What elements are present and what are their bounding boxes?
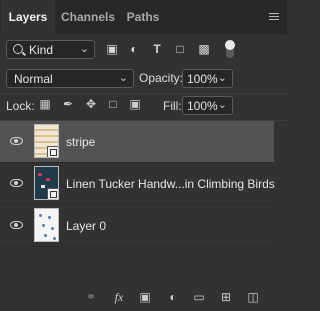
tab-layers[interactable]: Layers (1, 0, 55, 34)
kind-filter-dropdown[interactable]: Kind ⌄ (6, 40, 95, 59)
link-layers-icon[interactable]: ⚭ (84, 290, 98, 304)
shape-filter-icon[interactable]: □ (172, 40, 188, 58)
layer-name: Layer 0 (66, 219, 107, 233)
opacity-field[interactable]: 100% ⌄ (182, 69, 233, 88)
lock-position-icon[interactable]: ✥ (84, 97, 98, 111)
chevron-down-icon: ⌄ (79, 43, 89, 55)
new-layer-icon[interactable]: ⊞ (219, 290, 233, 304)
lock-artboard-icon[interactable]: □ (106, 97, 120, 111)
smart-object-badge-icon (47, 146, 58, 157)
filter-toggle-switch[interactable] (225, 40, 235, 58)
type-filter-icon[interactable]: T (149, 40, 165, 58)
layer-row-layer0[interactable]: Layer 0 (0, 205, 274, 247)
panel-tab-bar: Layers Channels Paths (0, 0, 287, 34)
search-icon (13, 44, 23, 54)
fill-label: Fill: (163, 99, 182, 113)
lock-label: Lock: (6, 99, 35, 113)
delete-layer-trash-icon[interactable]: ◫ (246, 290, 260, 304)
chevron-down-icon: ⌄ (217, 72, 227, 84)
blend-mode-dropdown[interactable]: Normal ⌄ (6, 69, 134, 88)
fill-field[interactable]: 100% ⌄ (182, 96, 233, 115)
layer-name: stripe (66, 135, 96, 149)
kind-filter-label: Kind (29, 43, 54, 57)
add-mask-icon[interactable]: ▣ (138, 290, 152, 304)
layer-list: stripe Linen Tucker Handw...in Climbing … (0, 121, 275, 247)
chevron-down-icon: ⌄ (118, 72, 128, 84)
layer-row-birds[interactable]: Linen Tucker Handw...in Climbing Birds (0, 163, 275, 205)
blend-mode-value: Normal (14, 72, 53, 86)
divider (0, 93, 287, 94)
layer-row-stripe[interactable]: stripe (0, 121, 274, 163)
adjustment-layer-icon[interactable]: ◐ (166, 290, 180, 304)
fill-value: 100% (187, 99, 218, 113)
panel-menu-icon[interactable] (269, 13, 279, 22)
visibility-eye-icon[interactable] (10, 137, 23, 145)
layers-bottom-toolbar: ⚭ fx ▣ ◐ ▭ ⊞ ◫ (0, 284, 287, 311)
opacity-label: Opacity: (139, 71, 184, 85)
layer-thumbnail (34, 124, 59, 158)
lock-transparent-pixels-icon[interactable]: ▦ (38, 97, 52, 111)
lock-all-icon[interactable]: ▣ (128, 97, 142, 111)
layer-style-fx-icon[interactable]: fx (112, 290, 126, 304)
opacity-value: 100% (187, 72, 218, 86)
tab-paths[interactable]: Paths (120, 0, 166, 34)
visibility-eye-icon[interactable] (10, 221, 23, 229)
tab-channels[interactable]: Channels (56, 0, 120, 34)
layer-thumbnail (34, 208, 59, 242)
chevron-down-icon: ⌄ (217, 99, 227, 111)
layer-thumbnail (34, 166, 59, 200)
layer-name: Linen Tucker Handw...in Climbing Birds (66, 177, 275, 191)
smart-object-badge-icon (47, 188, 58, 199)
lock-image-pixels-icon[interactable]: ✒ (61, 97, 75, 111)
adjustment-filter-icon[interactable]: ◐ (126, 40, 142, 58)
new-group-folder-icon[interactable]: ▭ (192, 290, 206, 304)
image-filter-icon[interactable]: ▣ (104, 40, 120, 58)
visibility-eye-icon[interactable] (10, 179, 23, 187)
smart-object-filter-icon[interactable]: ▩ (196, 40, 212, 58)
